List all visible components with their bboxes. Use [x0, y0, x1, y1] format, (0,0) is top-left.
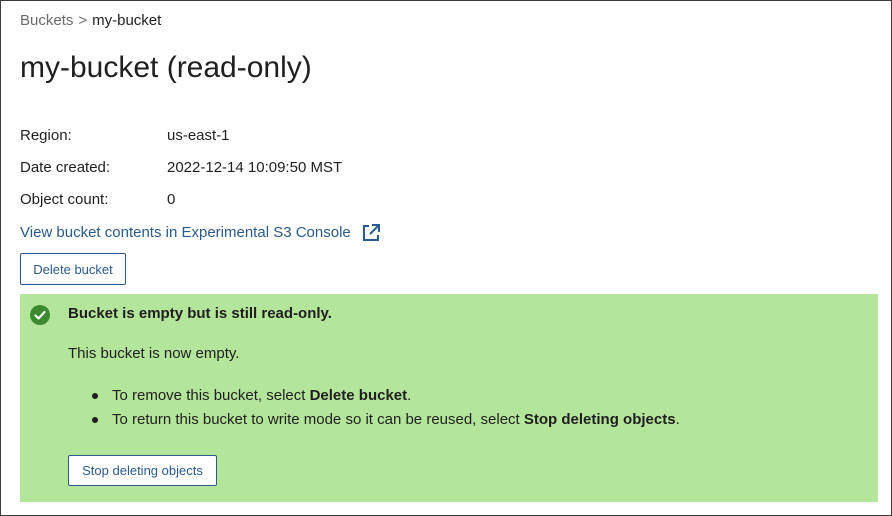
- list-item-text: To remove this bucket, select Delete buc…: [112, 384, 411, 408]
- list-item-bold: Delete bucket: [309, 387, 408, 404]
- alert-title: Bucket is empty but is still read-only.: [68, 305, 332, 322]
- detail-value: us-east-1: [167, 126, 230, 144]
- detail-label: Region:: [20, 126, 72, 144]
- s3-console-link[interactable]: View bucket contents in Experimental S3 …: [20, 221, 381, 245]
- detail-label: Object count:: [20, 190, 109, 208]
- list-item-suffix: .: [407, 387, 412, 404]
- breadcrumb-separator: >: [78, 12, 88, 29]
- breadcrumb: Buckets > my-bucket: [20, 11, 161, 31]
- detail-value: 0: [167, 190, 176, 208]
- detail-row-region: Region: us-east-1: [20, 119, 342, 151]
- list-item-text: To return this bucket to write mode so i…: [112, 408, 680, 432]
- check-circle-icon: [30, 305, 50, 325]
- bucket-details-panel: Buckets > my-bucket my-bucket (read-only) …: [0, 0, 892, 516]
- detail-row-date-created: Date created: 2022-12-14 10:09:50 MST: [20, 151, 342, 183]
- detail-value: 2022-12-14 10:09:50 MST: [167, 158, 343, 176]
- stop-deleting-objects-button[interactable]: Stop deleting objects: [68, 455, 217, 486]
- list-item-prefix: To remove this bucket, select: [112, 387, 310, 404]
- delete-bucket-button[interactable]: Delete bucket: [20, 253, 126, 285]
- list-item-bold: Stop deleting objects: [523, 411, 676, 428]
- success-alert: Bucket is empty but is still read-only. …: [20, 294, 878, 502]
- s3-console-link-label[interactable]: View bucket contents in Experimental S3 …: [20, 221, 351, 245]
- detail-row-object-count: Object count: 0: [20, 183, 342, 215]
- list-item-suffix: .: [675, 411, 680, 428]
- alert-body: This bucket is now empty.: [68, 345, 240, 362]
- list-item: To remove this bucket, select Delete buc…: [68, 384, 680, 408]
- list-item-prefix: To return this bucket to write mode so i…: [112, 411, 524, 428]
- breadcrumb-current: my-bucket: [92, 12, 162, 29]
- alert-list: To remove this bucket, select Delete buc…: [68, 384, 680, 432]
- breadcrumb-buckets-link[interactable]: Buckets: [20, 12, 73, 29]
- list-item: To return this bucket to write mode so i…: [68, 408, 680, 432]
- external-link-icon[interactable]: [361, 223, 381, 243]
- bullet: [92, 393, 98, 399]
- bucket-details: Region: us-east-1 Date created: 2022-12-…: [20, 119, 342, 215]
- bullet: [92, 417, 98, 423]
- detail-label: Date created:: [20, 158, 111, 176]
- page-title: my-bucket (read-only): [20, 51, 312, 84]
